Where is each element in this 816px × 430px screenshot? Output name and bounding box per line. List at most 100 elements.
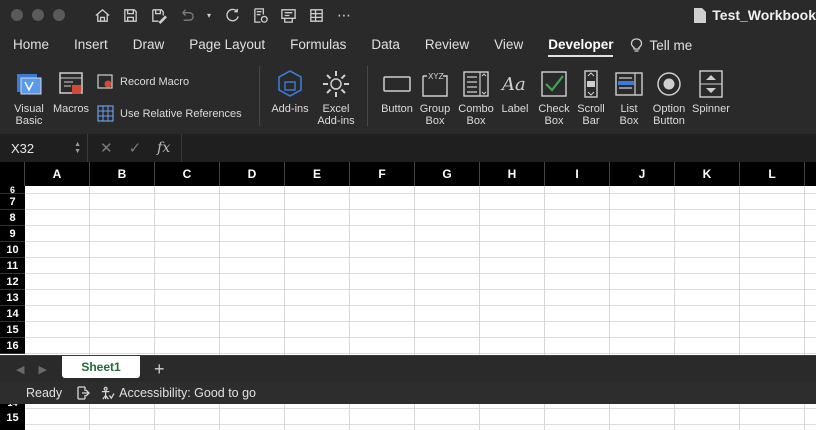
cell-area[interactable]: [25, 186, 816, 355]
background-cell-area: [25, 404, 816, 430]
tab-formulas[interactable]: Formulas: [290, 30, 346, 60]
save-icon[interactable]: [121, 6, 139, 24]
tell-me[interactable]: Tell me: [630, 38, 692, 53]
list-box-button[interactable]: List Box: [611, 67, 647, 127]
column-header[interactable]: C: [155, 162, 220, 186]
gear-icon: [319, 67, 353, 101]
label-control-icon: Aa: [498, 67, 532, 101]
macro-recording-icon[interactable]: [76, 386, 91, 400]
status-ready: Ready: [26, 386, 63, 400]
name-box-stepper[interactable]: ▲ ▼: [74, 141, 81, 155]
row-header[interactable]: 13: [0, 290, 25, 306]
column-header[interactable]: F: [350, 162, 415, 186]
row-header[interactable]: 12: [0, 274, 25, 290]
enter-icon[interactable]: ✓: [129, 139, 142, 157]
row-header[interactable]: 7: [0, 194, 25, 210]
tab-view[interactable]: View: [494, 30, 523, 60]
row-header[interactable]: 9: [0, 226, 25, 242]
macros-label: Macros: [52, 103, 90, 115]
row-header[interactable]: 16: [0, 338, 25, 354]
column-header[interactable]: B: [90, 162, 155, 186]
sheet-tab-sheet1[interactable]: Sheet1: [62, 356, 140, 378]
print-preview-icon[interactable]: [279, 6, 297, 24]
svg-text:XYZ: XYZ: [428, 72, 444, 81]
scroll-bar-label: Scroll Bar: [577, 103, 605, 127]
undo-icon[interactable]: [177, 6, 195, 24]
select-all-corner[interactable]: [0, 162, 25, 186]
more-icon[interactable]: ⋯: [335, 6, 353, 24]
column-header[interactable]: E: [285, 162, 350, 186]
button-control-button[interactable]: Button: [377, 67, 417, 115]
column-header[interactable]: J: [610, 162, 675, 186]
prev-sheet-icon[interactable]: ◀: [16, 363, 24, 376]
column-header[interactable]: H: [480, 162, 545, 186]
row-header: 14: [0, 404, 25, 408]
tab-review[interactable]: Review: [425, 30, 469, 60]
minimize-window-button[interactable]: [32, 9, 44, 21]
insert-function-icon[interactable]: fx: [157, 140, 170, 156]
zoom-window-button[interactable]: [53, 9, 65, 21]
column-header[interactable]: L: [740, 162, 805, 186]
tab-draw[interactable]: Draw: [133, 30, 165, 60]
column-header[interactable]: I: [545, 162, 610, 186]
combo-box-label: Combo Box: [458, 103, 494, 127]
visual-basic-button[interactable]: Visual Basic: [10, 67, 48, 127]
list-box-icon: [612, 67, 646, 101]
use-relative-references-button[interactable]: Use Relative References: [97, 105, 242, 122]
column-header[interactable]: A: [25, 162, 90, 186]
tab-data[interactable]: Data: [371, 30, 400, 60]
column-header[interactable]: G: [415, 162, 480, 186]
option-button-button[interactable]: Option Button: [648, 67, 690, 127]
row-header[interactable]: 15: [0, 322, 25, 338]
tab-developer[interactable]: Developer: [548, 30, 614, 60]
scroll-bar-button[interactable]: Scroll Bar: [573, 67, 609, 127]
close-window-button[interactable]: [11, 9, 23, 21]
redo-icon[interactable]: [223, 6, 241, 24]
worksheet-grid[interactable]: A B C D E F G H I J K L 6 7 8 9 10 11 12…: [0, 162, 816, 355]
spinner-button[interactable]: Spinner: [689, 67, 733, 115]
formula-input[interactable]: [182, 134, 816, 162]
label-control-button[interactable]: Aa Label: [498, 67, 532, 115]
developer-ribbon: Visual Basic Macros Record Macro Use Rel…: [0, 60, 816, 134]
row-header[interactable]: 11: [0, 258, 25, 274]
group-box-button[interactable]: XYZ Group Box: [417, 67, 453, 127]
excel-add-ins-button[interactable]: Excel Add-ins: [314, 67, 358, 127]
macros-button[interactable]: Macros: [50, 67, 92, 115]
spinner-label: Spinner: [692, 103, 730, 115]
row-header[interactable]: 10: [0, 242, 25, 258]
column-headers: A B C D E F G H I J K L: [0, 162, 816, 186]
column-header[interactable]: D: [220, 162, 285, 186]
accessibility-status[interactable]: Accessibility: Good to go: [100, 386, 256, 401]
cancel-icon[interactable]: ✕: [100, 139, 113, 157]
next-sheet-icon[interactable]: ▶: [38, 363, 46, 376]
tab-page-layout[interactable]: Page Layout: [189, 30, 265, 60]
check-box-button[interactable]: Check Box: [535, 67, 573, 127]
accessibility-label: Accessibility: Good to go: [119, 386, 257, 400]
quick-access-toolbar: ▾ ⋯: [93, 6, 353, 24]
undo-dropdown-icon[interactable]: ▾: [205, 6, 213, 24]
row-header[interactable]: 14: [0, 306, 25, 322]
add-ins-button[interactable]: Add-ins: [268, 67, 312, 115]
add-ins-icon: [273, 67, 307, 101]
row-header[interactable]: 8: [0, 210, 25, 226]
record-macro-button[interactable]: Record Macro: [97, 73, 189, 90]
document-title-text: Test_Workbook: [712, 7, 816, 23]
save-as-icon[interactable]: [149, 6, 167, 24]
page-setup-icon[interactable]: [251, 6, 269, 24]
option-button-label: Option Button: [652, 103, 686, 127]
tab-insert[interactable]: Insert: [74, 30, 108, 60]
visual-basic-label: Visual Basic: [14, 103, 44, 127]
group-box-label: Group Box: [419, 103, 451, 127]
ribbon-separator: [259, 66, 260, 126]
add-sheet-button[interactable]: +: [154, 359, 165, 380]
name-box[interactable]: X32 ▲ ▼: [0, 134, 88, 162]
form-icon[interactable]: [307, 6, 325, 24]
tab-home[interactable]: Home: [13, 30, 49, 60]
column-header[interactable]: K: [675, 162, 740, 186]
label-control-label: Label: [501, 103, 529, 115]
combo-box-icon: [459, 67, 493, 101]
row-header[interactable]: 6: [0, 186, 25, 194]
combo-box-button[interactable]: Combo Box: [455, 67, 497, 127]
home-icon[interactable]: [93, 6, 111, 24]
record-macro-icon: [97, 74, 113, 89]
